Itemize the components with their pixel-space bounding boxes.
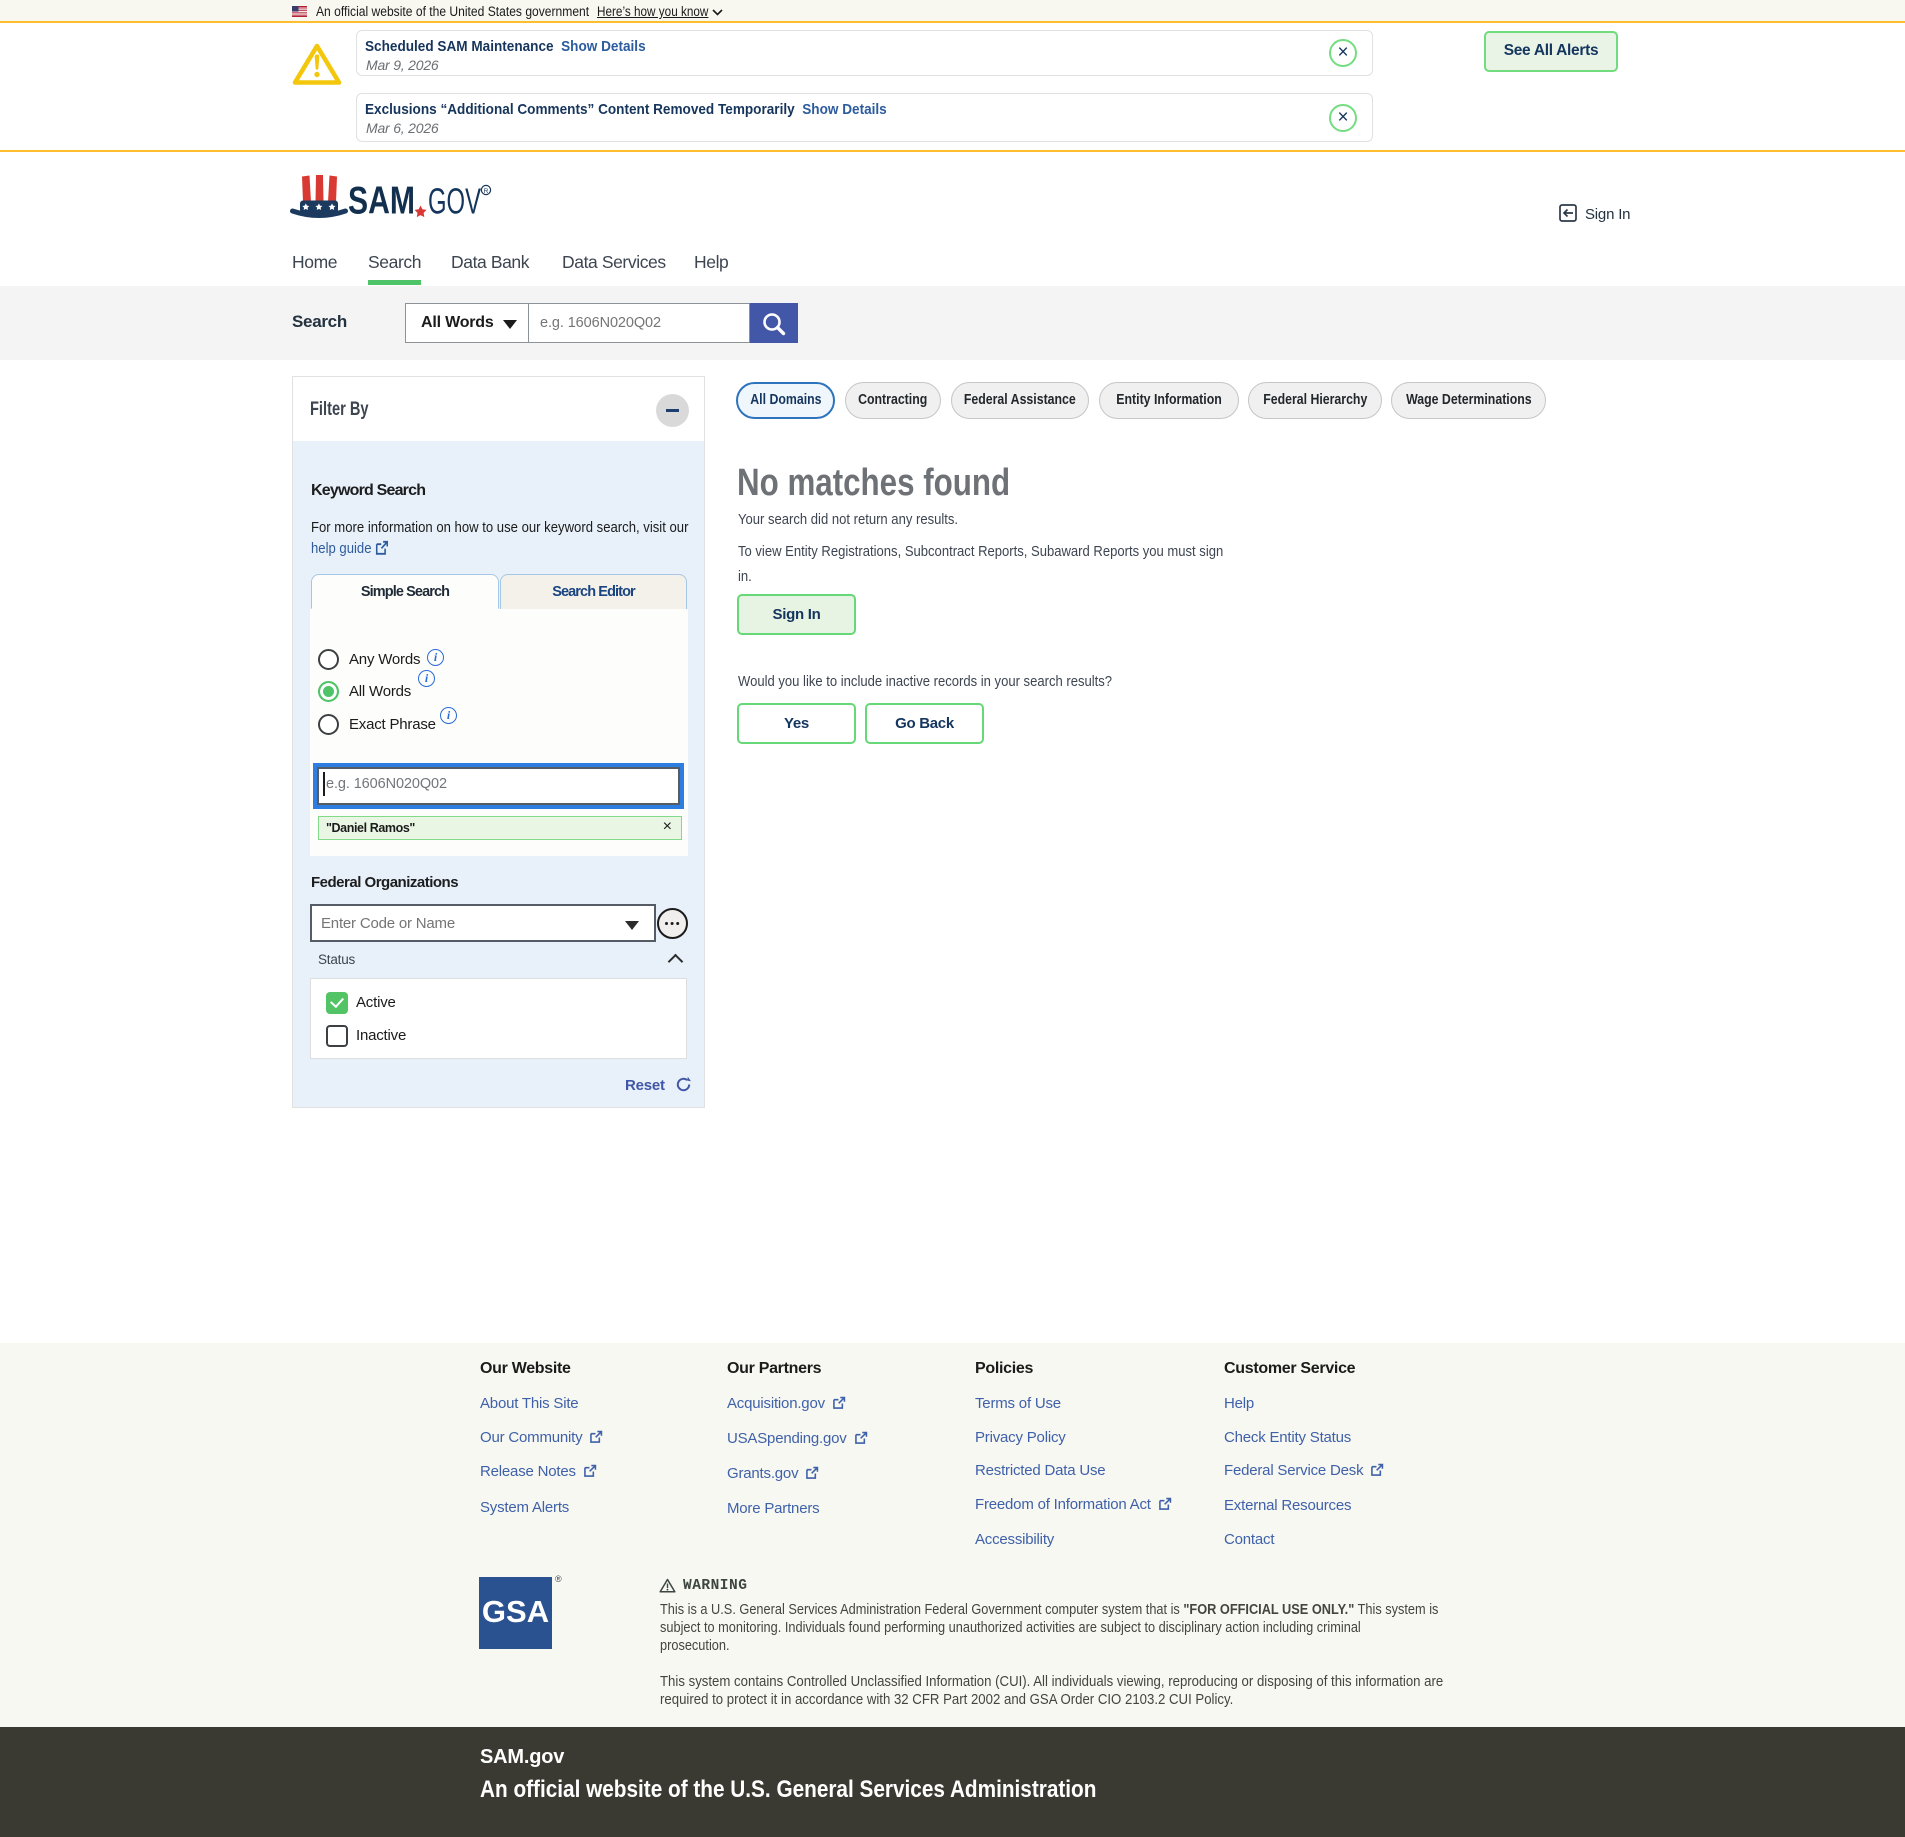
svg-text:GOV: GOV <box>428 181 481 222</box>
svg-text:R: R <box>484 188 489 195</box>
svg-text:SAM: SAM <box>348 180 415 223</box>
